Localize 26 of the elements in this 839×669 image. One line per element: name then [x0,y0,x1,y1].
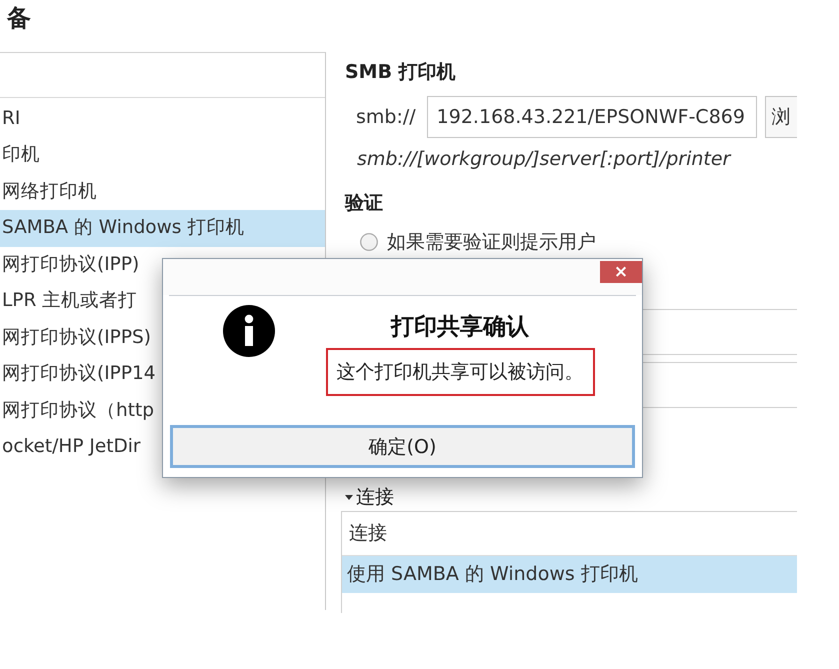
dialog-message: 这个打印机共享可以被访问。 [326,348,594,396]
device-type-item[interactable]: RI [0,100,22,137]
device-type-item[interactable]: 网络打印机 [0,174,99,210]
section-heading: SMB 打印机 [345,60,456,85]
device-type-item[interactable]: 印机 [0,137,42,174]
connection-row[interactable]: 使用 SAMBA 的 Windows 打印机 [342,556,797,593]
uri-prefix-label: smb:// [356,105,416,130]
close-button[interactable]: × [600,261,642,283]
dialog-title: 打印共享确认 [391,313,529,342]
ok-button[interactable]: 确定(O) [170,425,635,468]
device-type-item[interactable]: SAMBA 的 Windows 打印机 [0,210,325,246]
uri-format-hint: smb://[workgroup/]server[:port]/printer [357,147,730,171]
device-type-item[interactable]: ocket/HP JetDir [0,429,142,466]
device-type-item[interactable]: 网打印协议（http [0,392,156,429]
radio-label: 如果需要验证则提示用户 [387,230,596,255]
window-title: 备 [7,3,31,33]
device-type-item[interactable]: 网打印协议(IPPS) [0,320,153,356]
uri-field[interactable]: 192.168.43.221/EPSONWF-C869 [426,96,757,138]
connection-expander[interactable]: 连接 [345,484,394,510]
section-heading: 验证 [345,191,383,216]
device-type-item[interactable]: LPR 主机或者打 [0,283,140,320]
device-type-item[interactable]: 网打印协议(IPP14 [0,356,158,392]
device-type-item[interactable]: 网打印协议(IPP) [0,246,142,283]
radio-button[interactable] [360,233,378,251]
info-icon [223,305,275,357]
browse-button[interactable]: 浏 [764,96,797,138]
